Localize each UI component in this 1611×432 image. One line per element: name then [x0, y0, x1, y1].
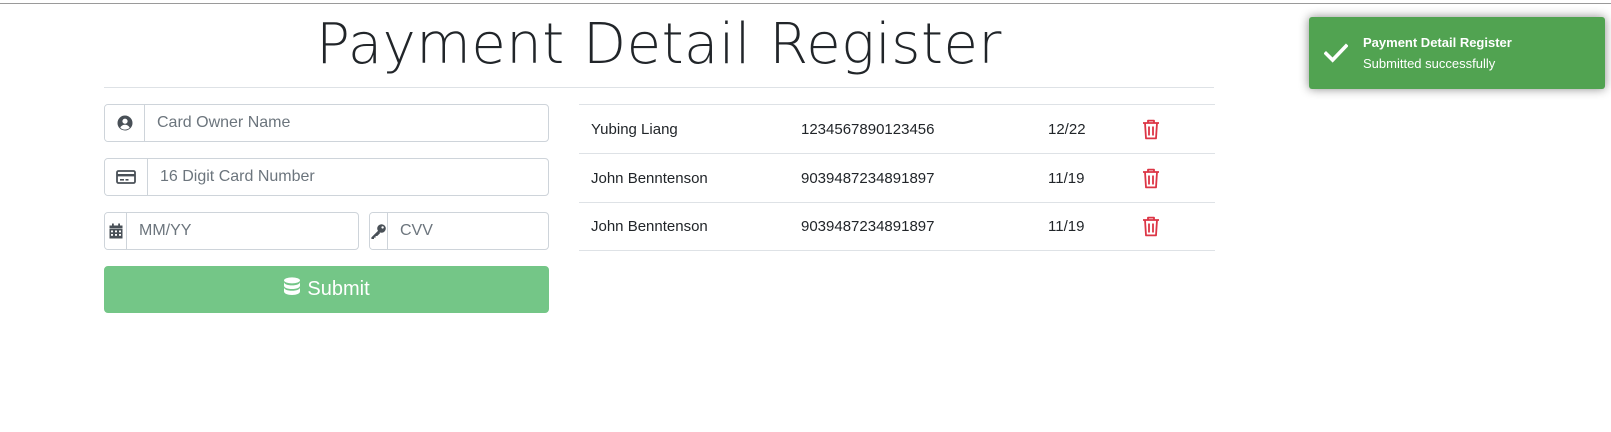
table-row: Yubing Liang 1234567890123456 12/22: [579, 104, 1215, 153]
payment-table: Yubing Liang 1234567890123456 12/22 John…: [579, 104, 1215, 251]
database-icon: [283, 276, 301, 303]
expiry-input-group: [104, 212, 359, 250]
title-divider: [104, 87, 1214, 88]
page-title: Payment Detail Register: [316, 12, 1002, 77]
key-icon: [370, 213, 388, 249]
owner-input-group: [104, 104, 549, 142]
check-icon: [1309, 43, 1363, 63]
submit-label: Submit: [307, 278, 370, 300]
cvv-input[interactable]: [388, 213, 548, 249]
toast-body: Payment Detail Register Submitted succes…: [1363, 35, 1512, 71]
top-divider: [0, 3, 1611, 4]
delete-button[interactable]: [1142, 168, 1182, 189]
owner-name-cell: John Benntenson: [591, 169, 708, 187]
delete-button[interactable]: [1142, 119, 1182, 140]
toast-message: Submitted successfully: [1363, 56, 1496, 71]
card-number-input[interactable]: [148, 159, 548, 195]
expiry-cell: 12/22: [1048, 120, 1086, 138]
calendar-icon: [105, 213, 127, 249]
trash-icon: [1143, 168, 1159, 188]
submit-button[interactable]: Submit: [104, 266, 549, 313]
card-number-cell: 9039487234891897: [801, 169, 935, 187]
user-circle-icon: [105, 105, 145, 141]
toast-title: Payment Detail Register: [1363, 35, 1512, 50]
expiry-input[interactable]: [127, 213, 358, 249]
card-number-cell: 1234567890123456: [801, 120, 935, 138]
success-toast[interactable]: Payment Detail Register Submitted succes…: [1309, 17, 1605, 89]
card-number-cell: 9039487234891897: [801, 218, 935, 235]
trash-icon: [1143, 119, 1159, 139]
trash-icon: [1143, 216, 1159, 237]
expiry-cell: 11/19: [1048, 169, 1085, 187]
owner-name-cell: Yubing Liang: [591, 120, 678, 138]
expiry-cell: 11/19: [1048, 218, 1085, 235]
table-row: John Benntenson 9039487234891897 11/19: [579, 153, 1215, 202]
table-row: John Benntenson 9039487234891897 11/19: [579, 202, 1215, 251]
card-owner-name-input[interactable]: [145, 105, 548, 141]
delete-button[interactable]: [1142, 216, 1182, 237]
owner-name-cell: John Benntenson: [591, 218, 708, 235]
credit-card-icon: [105, 159, 148, 195]
cvv-input-group: [369, 212, 549, 250]
number-input-group: [104, 158, 549, 196]
